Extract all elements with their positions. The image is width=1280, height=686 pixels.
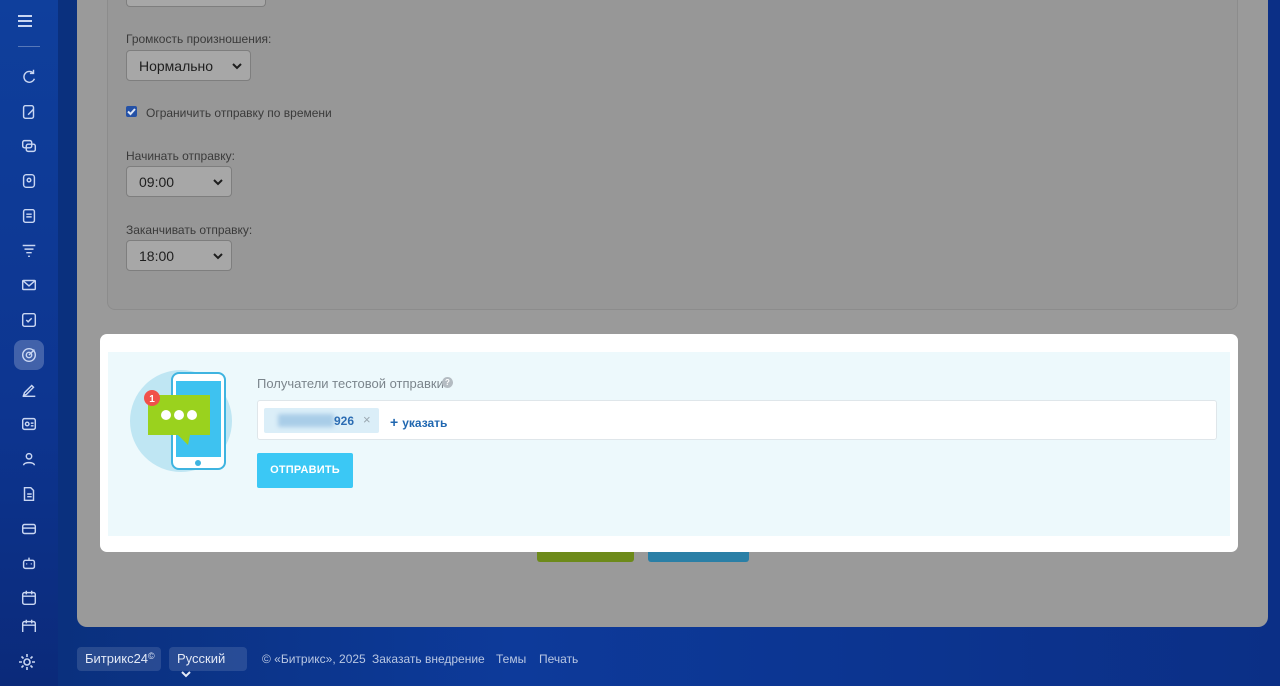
add-recipient-link[interactable]: + указать	[390, 414, 447, 430]
sidebar-divider	[18, 46, 40, 47]
order-link[interactable]: Заказать внедрение	[372, 652, 485, 666]
brand-name: Битрикс24	[85, 651, 149, 666]
target-icon[interactable]	[14, 340, 44, 370]
previous-select[interactable]	[126, 0, 266, 7]
contact-icon[interactable]	[14, 166, 44, 196]
chevron-down-icon	[181, 667, 191, 682]
notification-badge: 1	[149, 394, 155, 405]
chat-icon[interactable]	[14, 131, 44, 161]
recipients-label: Получатели тестовой отправки	[257, 376, 444, 391]
edit-doc-icon[interactable]	[14, 97, 44, 127]
recipients-field[interactable]: 926 × + указать	[257, 400, 1217, 440]
remove-recipient-icon[interactable]: ×	[363, 412, 371, 427]
recipient-chip[interactable]: 926 ×	[264, 408, 379, 433]
settings-form: Громкость произношения: Нормально Ограни…	[107, 0, 1238, 310]
start-value: 09:00	[139, 174, 175, 190]
footer: Битрикс24© Русский © «Битрикс», 2025 Зак…	[77, 646, 1267, 678]
brand-badge[interactable]: Битрикс24©	[77, 647, 161, 671]
start-select[interactable]: 09:00	[126, 166, 232, 197]
volume-select[interactable]: Нормально	[126, 50, 251, 81]
end-value: 18:00	[139, 248, 175, 264]
print-link[interactable]: Печать	[539, 652, 578, 666]
card-icon[interactable]	[14, 514, 44, 544]
language-select[interactable]: Русский	[169, 647, 247, 678]
help-icon[interactable]: ?	[442, 377, 453, 388]
test-send-block: 1 Получатели тестовой отправки ? 926 × +…	[108, 352, 1230, 536]
start-label: Начинать отправку:	[126, 149, 235, 163]
volume-value: Нормально	[139, 58, 214, 74]
refresh-icon[interactable]	[14, 62, 44, 92]
calendar-icon[interactable]	[14, 583, 44, 613]
id-card-icon[interactable]	[14, 409, 44, 439]
plus-icon: +	[390, 414, 399, 430]
menu-icon[interactable]	[18, 12, 40, 30]
copyright-mark-icon: ©	[148, 651, 155, 661]
limit-checkbox[interactable]	[126, 106, 137, 117]
calendar-icon[interactable]	[14, 618, 44, 632]
phone-message-illustration: 1	[130, 370, 232, 472]
send-button[interactable]: ОТПРАВИТЬ	[257, 453, 353, 488]
test-send-panel: 1 Получатели тестовой отправки ? 926 × +…	[100, 334, 1238, 552]
left-sidebar	[0, 0, 58, 686]
volume-label: Громкость произношения:	[126, 32, 272, 46]
limit-label: Ограничить отправку по времени	[146, 106, 332, 120]
checkbox-icon[interactable]	[14, 305, 44, 335]
users-icon[interactable]	[14, 444, 44, 474]
funnel-icon[interactable]	[14, 235, 44, 265]
chevron-down-icon	[212, 249, 223, 260]
chevron-down-icon	[231, 59, 242, 70]
copyright-text: © «Битрикс», 2025	[262, 652, 366, 666]
end-select[interactable]: 18:00	[126, 240, 232, 271]
add-recipient-label: указать	[402, 416, 448, 430]
file-icon[interactable]	[14, 479, 44, 509]
document-icon[interactable]	[14, 201, 44, 231]
end-label: Заканчивать отправку:	[126, 223, 253, 237]
mail-icon[interactable]	[14, 270, 44, 300]
chevron-down-icon	[212, 175, 223, 186]
pen-icon[interactable]	[14, 375, 44, 405]
recipient-number: 926	[334, 414, 355, 428]
robot-icon[interactable]	[14, 548, 44, 578]
themes-link[interactable]: Темы	[496, 652, 526, 666]
gear-icon[interactable]	[17, 652, 41, 676]
language-value: Русский	[177, 651, 226, 666]
blurred-phone-number	[278, 414, 334, 427]
